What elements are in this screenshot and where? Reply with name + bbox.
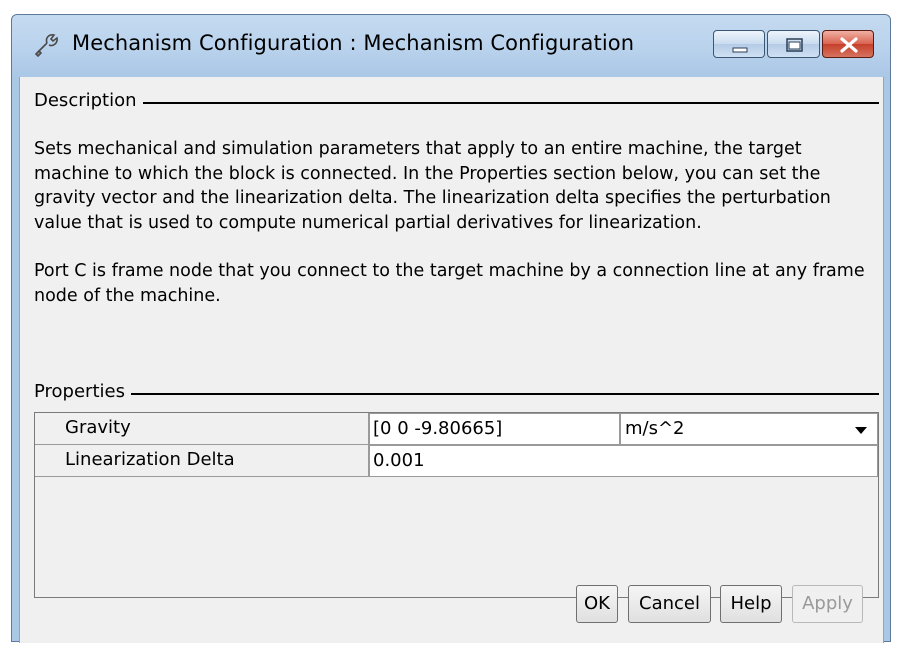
properties-divider (34, 393, 879, 395)
description-text: Sets mechanical and simulation parameter… (34, 137, 874, 308)
description-paragraph: Port C is frame node that you connect to… (34, 261, 865, 306)
close-button[interactable] (822, 30, 874, 58)
property-row-gravity: Gravity [0 0 -9.80665] m/s^2 (35, 413, 878, 445)
properties-label: Properties (34, 381, 131, 402)
description-divider (34, 102, 879, 104)
gravity-value-input[interactable]: [0 0 -9.80665] (369, 413, 620, 445)
property-name: Linearization Delta (35, 445, 369, 477)
minimize-icon (732, 47, 748, 53)
help-button[interactable]: Help (720, 585, 782, 623)
properties-table: Gravity [0 0 -9.80665] m/s^2 Linearizati… (34, 412, 879, 598)
window-title: Mechanism Configuration : Mechanism Conf… (72, 31, 635, 55)
property-row-linearization-delta: Linearization Delta 0.001 (35, 445, 878, 477)
gravity-unit-value: m/s^2 (625, 418, 685, 439)
maximize-button[interactable] (767, 30, 820, 58)
maximize-icon (786, 38, 803, 52)
cancel-button[interactable]: Cancel (628, 585, 711, 623)
close-icon (840, 37, 858, 53)
gravity-unit-select[interactable]: m/s^2 (620, 413, 878, 445)
chevron-down-icon (855, 427, 867, 434)
apply-button[interactable]: Apply (792, 585, 863, 623)
title-bar[interactable]: Mechanism Configuration : Mechanism Conf… (12, 15, 890, 77)
description-paragraph: Sets mechanical and simulation parameter… (34, 139, 831, 233)
minimize-button[interactable] (713, 30, 765, 58)
dialog-window: Mechanism Configuration : Mechanism Conf… (11, 14, 891, 643)
property-name: Gravity (35, 413, 369, 445)
ok-button[interactable]: OK (576, 585, 618, 623)
description-label: Description (34, 90, 143, 111)
dialog-body: Description Sets mechanical and simulati… (19, 77, 884, 643)
linearization-delta-input[interactable]: 0.001 (369, 445, 878, 477)
block-parameters-icon (34, 34, 58, 58)
